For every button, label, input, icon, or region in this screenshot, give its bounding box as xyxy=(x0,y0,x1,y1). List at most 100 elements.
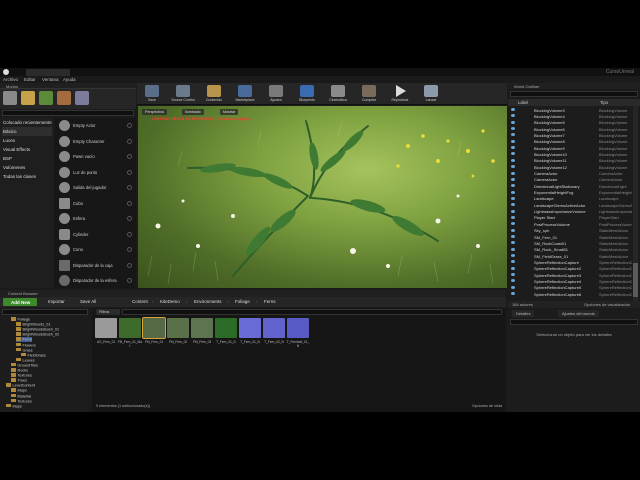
place-item-cylinder[interactable]: Cylinder xyxy=(54,227,136,243)
outliner-row[interactable]: BlockingVolume5 BlockingVolume xyxy=(508,120,632,126)
place-mode-icon[interactable] xyxy=(3,91,17,105)
category-recently-placed[interactable]: Colocado recientemente xyxy=(2,118,52,127)
place-item-cone[interactable]: Cono xyxy=(54,242,136,258)
visibility-eye-icon[interactable] xyxy=(511,133,515,137)
modes-search-input[interactable] xyxy=(2,110,134,116)
content-button[interactable]: Contenido xyxy=(199,84,229,104)
cinematics-button[interactable]: Cinemática xyxy=(323,84,353,104)
visibility-eye-icon[interactable] xyxy=(511,165,515,169)
outliner-col-label[interactable]: Label xyxy=(518,100,528,105)
visibility-eye-icon[interactable] xyxy=(511,184,515,188)
menu-ayuda[interactable]: Ayuda xyxy=(63,77,76,82)
folder-item[interactable]: Maps xyxy=(6,403,22,409)
outliner-row[interactable]: SM_Fern_01 StaticMeshActor xyxy=(508,234,632,240)
outliner-row[interactable]: Sky_sph StaticMeshActor xyxy=(508,228,632,234)
outliner-row[interactable]: Player Start PlayerStart xyxy=(508,215,632,221)
outliner-row[interactable]: BlockingVolume11 BlockingVolume xyxy=(508,158,632,164)
outliner-row[interactable]: SphereReflectionCapture3 SphereReflection… xyxy=(508,272,632,278)
blueprints-button[interactable]: Blueprints xyxy=(292,84,322,104)
visibility-eye-icon[interactable] xyxy=(511,254,515,258)
visibility-eye-icon[interactable] xyxy=(511,146,515,150)
category-volumes[interactable]: Volúmenes xyxy=(2,163,52,172)
outliner-row[interactable]: SM_Rock_Small01 StaticMeshActor xyxy=(508,247,632,253)
menu-archivo[interactable]: Archivo xyxy=(3,77,18,82)
category-lights[interactable]: Luces xyxy=(2,136,52,145)
asset-tile[interactable]: T_Fernleaf_01_N xyxy=(287,318,309,352)
outliner-row[interactable]: BlockingVolume4 BlockingVolume xyxy=(508,113,632,119)
visibility-eye-icon[interactable] xyxy=(511,209,515,213)
place-item-sphere[interactable]: Esfera xyxy=(54,211,136,227)
perspective-button[interactable]: Perspectiva xyxy=(142,109,167,115)
show-button[interactable]: Mostrar xyxy=(220,109,239,115)
visibility-eye-icon[interactable] xyxy=(511,285,515,289)
visibility-eye-icon[interactable] xyxy=(511,266,515,270)
play-button[interactable]: Reproducir xyxy=(385,84,415,104)
info-icon[interactable] xyxy=(127,185,132,190)
outliner-row[interactable]: DirectionalLightStationary DirectionalLig… xyxy=(508,183,632,189)
outliner-row[interactable]: SphereReflectionCapture5 SphereReflection… xyxy=(508,285,632,291)
world-settings-tab[interactable]: Ajustes del mundo xyxy=(558,310,599,317)
details-search-input[interactable] xyxy=(510,319,638,325)
visibility-eye-icon[interactable] xyxy=(511,222,515,226)
breadcrumb-environments[interactable]: Environments xyxy=(194,299,222,304)
add-new-button[interactable]: Add New xyxy=(3,298,37,306)
level-viewport[interactable]: Perspectiva Iluminado Mostrar LIGHTING N… xyxy=(138,106,507,288)
place-item-cube[interactable]: Cubo xyxy=(54,196,136,212)
breadcrumb-content[interactable]: Content xyxy=(132,299,148,304)
lit-mode-button[interactable]: Iluminado xyxy=(182,109,204,115)
visibility-eye-icon[interactable] xyxy=(511,120,515,124)
settings-button[interactable]: Ajustes xyxy=(261,84,291,104)
outliner-row[interactable]: BlockingVolume12 BlockingVolume xyxy=(508,164,632,170)
outliner-row[interactable]: SM_RockCoast01 StaticMeshActor xyxy=(508,240,632,246)
outliner-col-type[interactable]: Tipo xyxy=(600,100,608,105)
outliner-row[interactable]: LightmassImportanceVolume LightmassImport… xyxy=(508,209,632,215)
asset-tile[interactable]: T_Fern_01_N xyxy=(239,318,261,352)
foliage-mode-icon[interactable] xyxy=(57,91,71,105)
outliner-row[interactable]: BlockingVolume6 BlockingVolume xyxy=(508,126,632,132)
place-item-empty-character[interactable]: Empty Character xyxy=(54,134,136,150)
visibility-eye-icon[interactable] xyxy=(511,247,515,251)
outliner-row[interactable]: CameraActor CameraActor xyxy=(508,171,632,177)
place-item-player-start[interactable]: Salida del jugador xyxy=(54,180,136,196)
category-bsp[interactable]: BSP xyxy=(2,154,52,163)
category-visual-effects[interactable]: Visual Effects xyxy=(2,145,52,154)
menu-editar[interactable]: Editar xyxy=(24,77,36,82)
outliner-row[interactable]: BlockingVolume10 BlockingVolume xyxy=(508,151,632,157)
launch-button[interactable]: Lanzar xyxy=(416,84,446,104)
outliner-row[interactable]: BlockingVolume9 BlockingVolume xyxy=(508,145,632,151)
import-button[interactable]: Importar xyxy=(48,299,65,304)
outliner-search-input[interactable] xyxy=(510,91,638,97)
visibility-eye-icon[interactable] xyxy=(511,273,515,277)
paint-mode-icon[interactable] xyxy=(21,91,35,105)
outliner-row[interactable]: SphereReflectionCapture SphereReflectionC… xyxy=(508,259,632,265)
save-all-button[interactable]: Save All xyxy=(80,299,96,304)
outliner-row[interactable]: SphereReflectionCapture4 SphereReflection… xyxy=(508,278,632,284)
outliner-row[interactable]: ExponentialHeightFog ExponentialHeightFog xyxy=(508,190,632,196)
visibility-eye-icon[interactable] xyxy=(511,139,515,143)
place-item-sphere-trigger[interactable]: Disparador de la esfera xyxy=(54,273,136,289)
asset-tile[interactable]: T_Fern_02_N xyxy=(263,318,285,352)
visibility-eye-icon[interactable] xyxy=(511,152,515,156)
save-button[interactable]: Save xyxy=(137,84,167,104)
asset-search-input[interactable] xyxy=(122,309,502,315)
outliner-row[interactable]: BlockingVolume8 BlockingVolume xyxy=(508,139,632,145)
visibility-eye-icon[interactable] xyxy=(511,158,515,162)
place-item-box-trigger[interactable]: Disparador de la caja xyxy=(54,258,136,274)
level-tab[interactable] xyxy=(26,69,70,76)
outliner-row[interactable]: CameraActor CameraActor xyxy=(508,177,632,183)
breadcrumb-ferns[interactable]: Ferns xyxy=(264,299,276,304)
asset-tile[interactable]: AO_Fern_01 xyxy=(95,318,117,352)
asset-tile[interactable]: FM_Fern_03 xyxy=(191,318,213,352)
marketplace-button[interactable]: Marketplace xyxy=(230,84,260,104)
visibility-eye-icon[interactable] xyxy=(511,279,515,283)
folder-search-input[interactable] xyxy=(2,309,88,315)
outliner-row[interactable]: LandscapeGizmoActiveActor LandscapeGizmoA… xyxy=(508,202,632,208)
view-options-button[interactable]: Opciones de vista xyxy=(472,404,502,408)
world-outliner-tab[interactable]: World Outliner xyxy=(508,83,640,89)
asset-tile[interactable]: FM_Fern_02 xyxy=(167,318,189,352)
asset-tile[interactable]: T_Fern_01_D xyxy=(215,318,237,352)
info-icon[interactable] xyxy=(127,123,132,128)
place-item-empty-pawn[interactable]: Pawn vacío xyxy=(54,149,136,165)
info-icon[interactable] xyxy=(127,247,132,252)
visibility-eye-icon[interactable] xyxy=(511,292,515,296)
